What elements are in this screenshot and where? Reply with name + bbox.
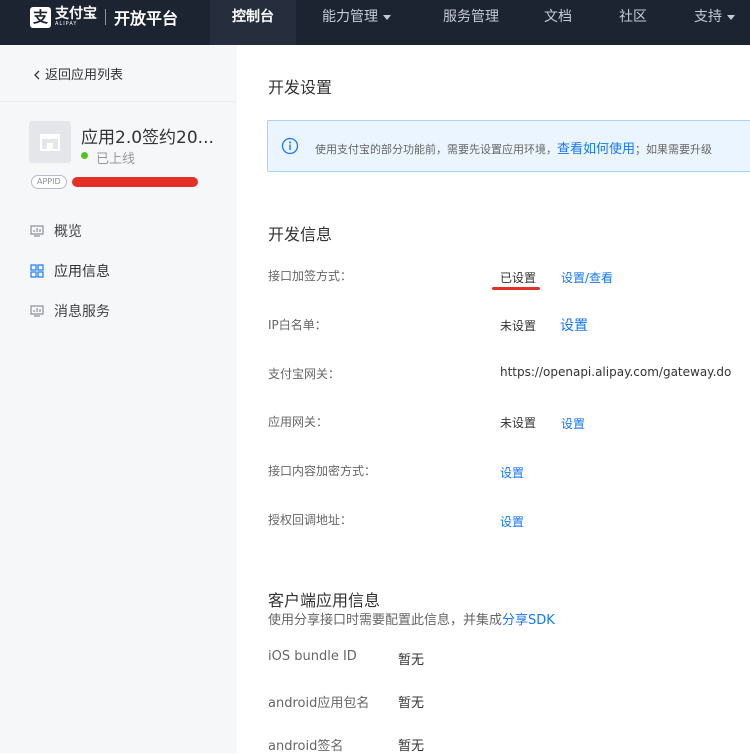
ios-bundle-value: 暂无 xyxy=(398,653,425,668)
chevron-down-icon xyxy=(383,14,391,20)
alipay-logo-icon: 支 xyxy=(30,6,51,28)
encrypt-method-label: 接口内容加密方式： xyxy=(268,464,377,478)
nav-console[interactable]: 控制台 xyxy=(210,0,296,45)
grid-icon xyxy=(30,264,44,278)
logo-divider xyxy=(105,9,106,25)
info-icon xyxy=(281,137,299,155)
platform-logo[interactable]: 支 支付宝 ALIPAY 开放平台 xyxy=(30,6,178,28)
nav-capability[interactable]: 能力管理 xyxy=(322,0,391,45)
dev-info-title: 开发信息 xyxy=(268,225,333,244)
nav-service-label: 服务管理 xyxy=(443,9,499,25)
back-link-label: 返回应用列表 xyxy=(45,68,124,83)
nav-console-label: 控制台 xyxy=(232,9,274,25)
back-to-app-list[interactable]: 返回应用列表 xyxy=(33,64,123,83)
nav-support[interactable]: 支持 xyxy=(694,0,735,45)
client-info-title: 客户端应用信息 xyxy=(268,591,381,610)
sidebar-item-label: 概览 xyxy=(54,224,82,240)
monitor-icon xyxy=(30,305,44,317)
notice-text-after: ；如果需要升级 xyxy=(635,143,713,156)
nav-support-label: 支持 xyxy=(694,9,722,25)
nav-community-label: 社区 xyxy=(619,9,647,25)
sidebar-item-message[interactable]: 消息服务 xyxy=(30,300,110,322)
gateway-label: 支付宝网关： xyxy=(268,367,341,381)
redacted-appid xyxy=(72,177,198,187)
sidebar-divider xyxy=(0,101,237,102)
chevron-left-icon xyxy=(34,70,40,80)
logo-en-text: ALIPAY xyxy=(55,21,78,27)
logo-cn-text: 支付宝 xyxy=(55,6,97,22)
ip-whitelist-value: 未设置 xyxy=(500,319,537,333)
client-info-note: 使用分享接口时需要配置此信息，并集成分享SDK xyxy=(268,613,555,628)
gateway-url: https://openapi.alipay.com/gateway.do xyxy=(500,365,732,379)
sign-method-value: 已设置 xyxy=(500,271,537,285)
platform-title: 开放平台 xyxy=(114,9,179,28)
nav-service[interactable]: 服务管理 xyxy=(443,0,499,45)
info-notice: 使用支付宝的部分功能前，需要先设置应用环境，查看如何使用；如果需要升级 xyxy=(267,120,750,172)
sidebar-item-label: 消息服务 xyxy=(54,304,110,320)
android-signature-label: android签名 xyxy=(268,739,344,754)
ios-bundle-label: iOS bundle ID xyxy=(268,649,357,664)
ip-whitelist-link[interactable]: 设置 xyxy=(560,315,588,335)
android-package-value: 暂无 xyxy=(398,696,425,711)
app-gateway-link[interactable]: 设置 xyxy=(561,415,585,432)
android-signature-value: 暂无 xyxy=(398,739,425,754)
store-icon xyxy=(40,134,60,151)
chevron-down-icon xyxy=(727,14,735,20)
app-gateway-label: 应用网关： xyxy=(268,415,329,429)
sidebar-item-label: 应用信息 xyxy=(54,264,110,280)
nav-community[interactable]: 社区 xyxy=(619,0,647,45)
sidebar-item-overview[interactable]: 概览 xyxy=(30,220,82,242)
top-nav: 支 支付宝 ALIPAY 开放平台 控制台 能力管理 服务管理 文档 社区 支持 xyxy=(0,0,750,45)
callback-url-link[interactable]: 设置 xyxy=(500,513,524,530)
notice-how-to-link[interactable]: 查看如何使用 xyxy=(557,142,635,157)
sidebar-item-app-info[interactable]: 应用信息 xyxy=(30,260,110,282)
sign-method-label: 接口加签方式： xyxy=(268,269,353,283)
app-avatar xyxy=(29,121,71,163)
sidebar: 返回应用列表 应用2.0签约20... 已上线 APPID 概览 应用信息 消息… xyxy=(0,45,237,753)
ip-whitelist-label: IP白名单： xyxy=(268,318,327,332)
app-status: 已上线 xyxy=(96,152,136,167)
highlight-underline xyxy=(492,287,540,290)
appid-badge: APPID xyxy=(31,175,67,189)
notice-text: 使用支付宝的部分功能前，需要先设置应用环境， xyxy=(315,143,557,156)
app-name: 应用2.0签约20... xyxy=(81,128,214,148)
main-content: 开发设置 使用支付宝的部分功能前，需要先设置应用环境，查看如何使用；如果需要升级… xyxy=(237,45,750,754)
nav-docs[interactable]: 文档 xyxy=(544,0,572,45)
nav-docs-label: 文档 xyxy=(544,9,572,25)
android-package-label: android应用包名 xyxy=(268,696,370,711)
encrypt-method-link[interactable]: 设置 xyxy=(500,464,524,481)
dev-settings-title: 开发设置 xyxy=(268,78,333,97)
sign-method-link[interactable]: 设置/查看 xyxy=(561,269,613,286)
app-gateway-value: 未设置 xyxy=(500,416,537,430)
status-dot-icon xyxy=(81,152,88,159)
nav-capability-label: 能力管理 xyxy=(322,9,378,25)
callback-url-label: 授权回调地址： xyxy=(268,513,353,527)
monitor-icon xyxy=(30,225,44,237)
share-sdk-link[interactable]: 分享SDK xyxy=(502,613,555,628)
